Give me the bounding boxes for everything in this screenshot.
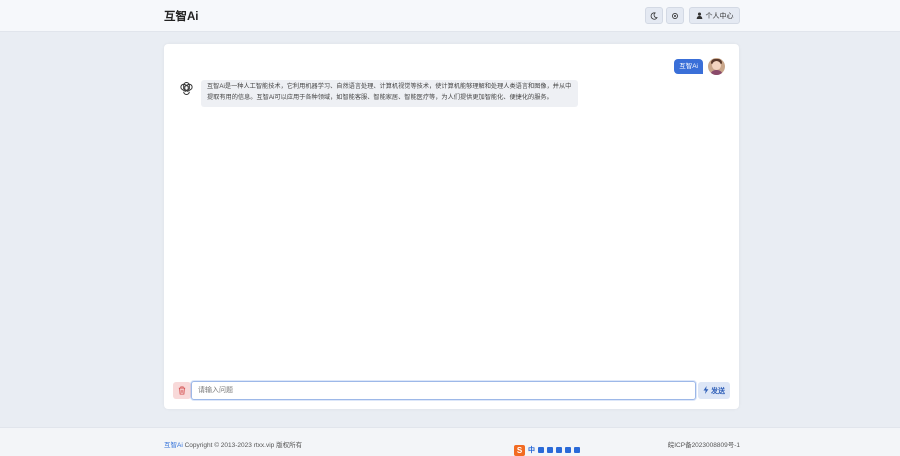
input-bar: 发送 (173, 381, 730, 400)
lightning-icon (703, 385, 709, 396)
user-avatar (708, 58, 725, 75)
ime-toolbar[interactable]: S 中 (514, 444, 580, 456)
copyright-text: Copyright © 2013-2023 rtxx.vip 版权所有 (182, 442, 303, 449)
chat-panel: 互智Ai 互智Ai是一种人工智能技术，它利用机器学习、自然语言处理、计算机视觉等… (164, 44, 739, 409)
ime-mode-label: 中 (528, 447, 535, 454)
user-icon (696, 12, 703, 19)
footer-copyright: 互智Ai Copyright © 2013-2023 rtxx.vip 版权所有 (164, 439, 302, 449)
settings-button[interactable] (666, 7, 684, 24)
icp-record[interactable]: 皖ICP备2023008809号-1 (668, 439, 740, 449)
send-label: 发送 (711, 387, 725, 395)
toolbox-icon (574, 447, 580, 453)
moon-icon (650, 11, 658, 20)
profile-button[interactable]: 个人中心 (689, 7, 740, 24)
page-footer: 互智Ai Copyright © 2013-2023 rtxx.vip 版权所有… (0, 427, 900, 456)
clear-chat-button[interactable] (173, 382, 191, 399)
microphone-icon (547, 447, 553, 453)
bot-message-bubble: 互智Ai是一种人工智能技术，它利用机器学习、自然语言处理、计算机视觉等技术，使计… (201, 80, 578, 107)
theme-toggle-button[interactable] (645, 7, 663, 24)
punctuation-icon (538, 447, 544, 453)
bot-logo-icon (178, 80, 195, 97)
trash-icon (178, 382, 186, 400)
sogou-logo-icon: S (514, 444, 525, 456)
keyboard-icon (556, 447, 562, 453)
brand-title[interactable]: 互智Ai (164, 8, 199, 24)
user-message-row: 互智Ai (674, 58, 725, 75)
question-input[interactable] (191, 381, 696, 400)
send-button[interactable]: 发送 (698, 382, 730, 399)
footer-brand-link[interactable]: 互智Ai (164, 442, 183, 449)
profile-label: 个人中心 (705, 12, 734, 20)
shirt-icon (565, 447, 571, 453)
bot-message-row: 互智Ai是一种人工智能技术，它利用机器学习、自然语言处理、计算机视觉等技术，使计… (178, 80, 578, 107)
user-message-bubble: 互智Ai (674, 58, 703, 75)
gear-icon (671, 12, 679, 20)
top-navbar: 互智Ai 个人中心 (0, 0, 900, 32)
